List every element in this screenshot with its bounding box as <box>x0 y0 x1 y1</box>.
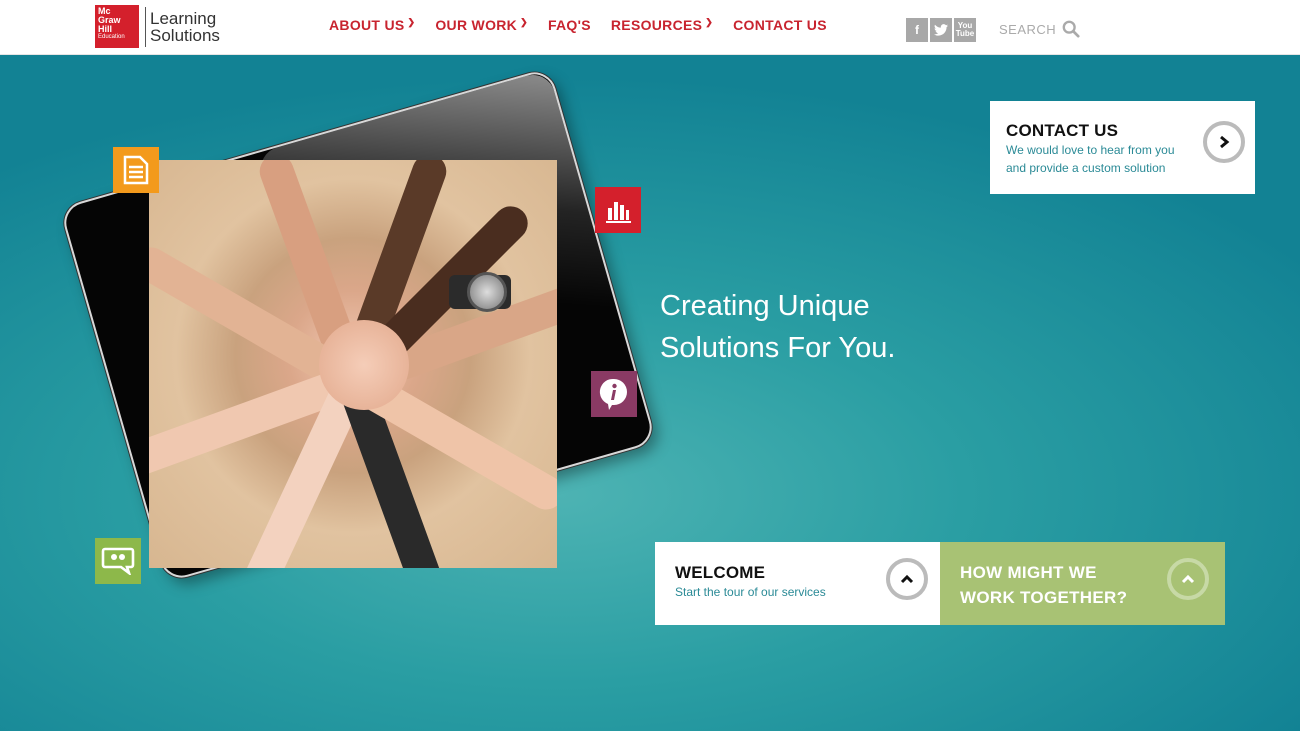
nav-faqs[interactable]: FAQ'S <box>548 17 591 33</box>
welcome-up-button[interactable] <box>886 558 928 600</box>
contact-card-text-line2: and provide a custom solution <box>1006 161 1166 175</box>
document-icon[interactable] <box>113 147 159 193</box>
work-together-title-line2: WORK TOGETHER? <box>960 588 1128 607</box>
contact-arrow-button[interactable] <box>1203 121 1245 163</box>
nav-resources[interactable]: RESOURCES ❯ <box>610 16 714 34</box>
chevron-right-icon <box>1220 135 1230 149</box>
hero-headline-line2: Solutions For You. <box>660 332 896 364</box>
welcome-card-title: WELCOME <box>675 563 766 582</box>
welcome-card[interactable]: WELCOME Start the tour of our services <box>655 542 940 625</box>
youtube-icon[interactable]: You Tube <box>954 18 976 42</box>
logo-learning: Learning <box>150 8 217 28</box>
nav-about-us-label: ABOUT US <box>329 17 405 33</box>
chevron-up-icon <box>900 574 914 584</box>
nav-our-work-label: OUR WORK <box>435 17 518 33</box>
nav-our-work[interactable]: OUR WORK ❯ <box>435 16 528 34</box>
main-nav: ABOUT US ❯ OUR WORK ❯ FAQ'S RESOURCES ❯ … <box>329 16 847 34</box>
logo-wordmark: Learning Solutions <box>150 10 220 44</box>
youtube-glyph: You Tube <box>956 22 975 38</box>
wristwatch-face <box>467 272 507 312</box>
nav-about-us[interactable]: ABOUT US ❯ <box>329 16 416 34</box>
logo-solutions: Solutions <box>150 25 220 45</box>
stacked-hands <box>319 320 409 410</box>
bar-chart-icon[interactable] <box>595 187 641 233</box>
chevron-up-icon <box>1181 574 1195 584</box>
nav-faqs-label: FAQ'S <box>547 17 591 33</box>
facebook-icon[interactable]: f <box>906 18 928 42</box>
social-links: f You Tube <box>906 18 978 42</box>
chevron-down-icon: ❯ <box>407 16 416 27</box>
hero-photo-hands-stacked <box>149 160 557 568</box>
facebook-glyph: f <box>915 23 919 37</box>
search-control[interactable]: SEARCH <box>999 20 1080 38</box>
nav-contact-us[interactable]: CONTACT US <box>733 17 827 33</box>
hero-headline-line1: Creating Unique <box>660 290 870 322</box>
logo-hill: Hill <box>98 24 113 34</box>
info-icon[interactable] <box>591 371 637 417</box>
work-together-card[interactable]: HOW MIGHT WE WORK TOGETHER? <box>940 542 1225 625</box>
site-header: Mc Graw Hill Education Learning Solution… <box>0 0 1300 55</box>
youtube-tube: Tube <box>955 29 975 38</box>
welcome-card-text: Start the tour of our services <box>675 585 826 599</box>
search-icon[interactable] <box>1062 20 1080 38</box>
mcgraw-hill-logo-box: Mc Graw Hill Education <box>95 5 139 48</box>
twitter-icon[interactable] <box>930 18 952 42</box>
site-logo[interactable]: Mc Graw Hill Education Learning Solution… <box>95 5 220 48</box>
work-together-up-button[interactable] <box>1167 558 1209 600</box>
chevron-down-icon: ❯ <box>520 16 528 27</box>
chevron-down-icon: ❯ <box>705 16 714 27</box>
logo-divider <box>145 6 146 47</box>
search-label: SEARCH <box>999 21 1057 37</box>
logo-education: Education <box>98 34 125 40</box>
hero-headline: Creating Unique Solutions For You. <box>660 285 895 369</box>
nav-resources-label: RESOURCES <box>610 17 703 33</box>
contact-us-card[interactable]: CONTACT US We would love to hear from yo… <box>990 101 1255 194</box>
speech-bubble-icon[interactable] <box>95 538 141 584</box>
nav-contact-us-label: CONTACT US <box>733 17 827 33</box>
